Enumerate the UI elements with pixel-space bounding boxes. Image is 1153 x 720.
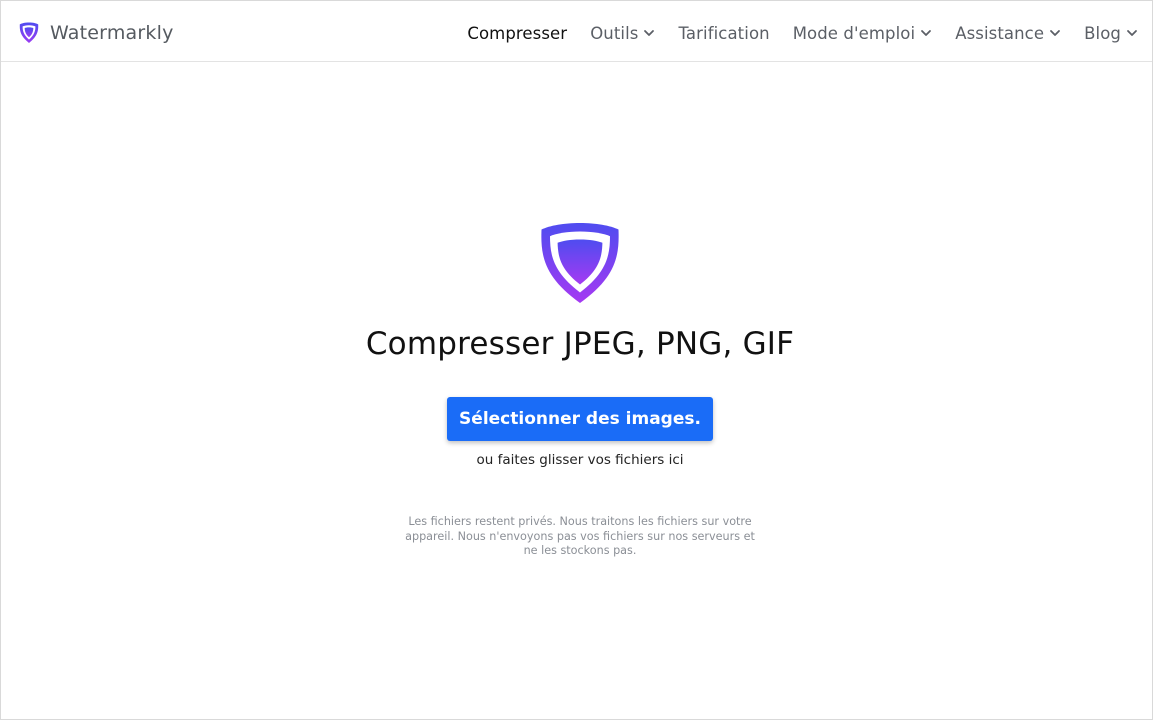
nav-item-tarification[interactable]: Tarification <box>678 24 769 43</box>
nav-item-label: Outils <box>590 23 639 43</box>
nav-item-label: Mode d'emploi <box>792 23 916 43</box>
privacy-note: Les fichiers restent privés. Nous traito… <box>405 515 755 557</box>
nav-item-compresser[interactable]: Compresser <box>467 24 567 43</box>
chevron-down-icon <box>1050 30 1061 36</box>
chevron-down-icon <box>1127 30 1137 36</box>
page-frame: Watermarkly Compresser Outils Tarificati… <box>0 0 1153 720</box>
brand-name: Watermarkly <box>50 22 174 44</box>
nav-item-label: Tarification <box>678 23 770 43</box>
nav-item-label: Blog <box>1084 23 1121 43</box>
main-nav: Compresser Outils Tarification Mode d'em… <box>444 19 1152 47</box>
brand-link[interactable]: Watermarkly <box>19 19 174 47</box>
nav-item-assistance[interactable]: Assistance <box>955 24 1061 43</box>
nav-item-blog[interactable]: Blog <box>1084 24 1138 43</box>
nav-item-label: Compresser <box>467 23 568 43</box>
shield-icon <box>541 223 619 303</box>
upload-area[interactable]: Compresser JPEG, PNG, GIF Sélectionner d… <box>1 62 1152 719</box>
chevron-down-icon <box>921 30 932 36</box>
page-title: Compresser JPEG, PNG, GIF <box>365 326 795 362</box>
nav-item-mode-emploi[interactable]: Mode d'emploi <box>793 24 932 43</box>
select-images-button[interactable]: Sélectionner des images. <box>447 397 713 441</box>
top-navbar: Watermarkly Compresser Outils Tarificati… <box>1 1 1152 62</box>
shield-icon <box>19 22 39 43</box>
nav-item-outils[interactable]: Outils <box>590 24 655 43</box>
drop-hint: ou faites glisser vos fichiers ici <box>476 452 684 468</box>
nav-item-label: Assistance <box>955 23 1045 43</box>
chevron-down-icon <box>644 30 655 36</box>
